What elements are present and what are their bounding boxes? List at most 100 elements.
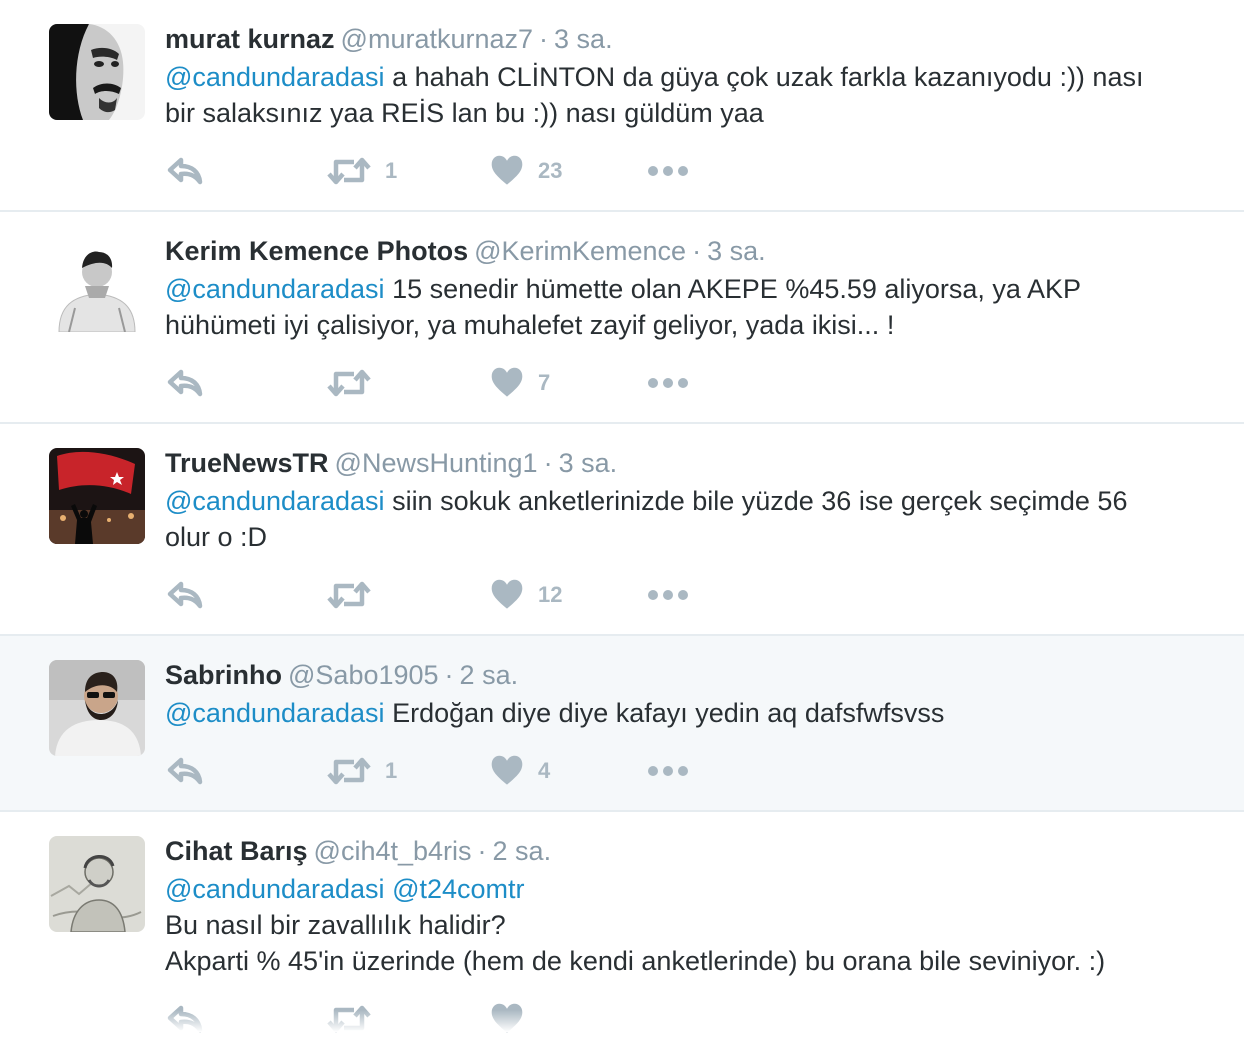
reply-icon <box>165 151 205 191</box>
like-button[interactable]: 4 <box>490 751 550 791</box>
tweet[interactable]: murat kurnaz @muratkurnaz7 · 3 sa. @candund… <box>0 0 1244 212</box>
user-handle[interactable]: @Sabo1905 <box>288 660 439 690</box>
retweet-count: 1 <box>385 158 398 183</box>
reply-button[interactable] <box>165 751 205 791</box>
more-icon <box>647 163 689 179</box>
tweet[interactable]: TrueNewsTR @NewsHunting1 · 3 sa. @candundar… <box>0 424 1244 636</box>
avatar[interactable] <box>49 24 145 120</box>
tweet-line: @candundaradasi @t24comtr <box>165 871 1205 907</box>
more-button[interactable] <box>647 363 689 403</box>
tweet-header: TrueNewsTR @NewsHunting1 · 3 sa. <box>165 447 617 479</box>
like-count: 4 <box>538 758 551 783</box>
tweet-text: @candundaradasi 15 senedir hümette olan … <box>165 271 1205 343</box>
more-button[interactable] <box>647 151 689 191</box>
tweet-actions: 7 <box>165 363 725 403</box>
tweet-text: @candundaradasi siin sokuk anketlerinizd… <box>165 483 1205 555</box>
separator: · <box>539 24 549 54</box>
tweet-text: @candundaradasi a hahah CLİNTON da güya … <box>165 59 1205 131</box>
mention-link[interactable]: @candundaradasi <box>165 62 385 92</box>
retweet-count: 1 <box>385 758 398 783</box>
reply-button[interactable] <box>165 363 205 403</box>
like-button[interactable]: 7 <box>490 363 550 403</box>
tweet[interactable]: Sabrinho @Sabo1905 · 2 sa. @candundaradasi … <box>0 636 1244 812</box>
user-handle[interactable]: @NewsHunting1 <box>335 448 538 478</box>
tweet-header: Kerim Kemence Photos @KerimKemence · 3 sa. <box>165 235 766 267</box>
separator: · <box>477 836 487 866</box>
more-button[interactable] <box>647 575 689 615</box>
tweet-text: @candundaradasi @t24comtr Bu nasıl bir z… <box>165 871 1205 979</box>
tweet[interactable]: Kerim Kemence Photos @KerimKemence · 3 sa. … <box>0 212 1244 424</box>
like-count: 23 <box>538 158 563 183</box>
tweet-line: Akparti % 45'in üzerinde (hem de kendi a… <box>165 946 1106 976</box>
user-handle[interactable]: @muratkurnaz7 <box>341 24 533 54</box>
tweet-line: Bu nasıl bir zavallılık halidir? <box>165 910 506 940</box>
avatar[interactable] <box>49 660 145 756</box>
display-name[interactable]: Cihat Barış <box>165 836 308 866</box>
tweet-line: @candundaradasi siin sokuk anketlerinizd… <box>165 483 1205 519</box>
like-count: 12 <box>538 582 563 607</box>
tweet-line: bir salaksınız yaa REİS lan bu :)) nası … <box>165 98 764 128</box>
heart-icon <box>490 154 524 188</box>
tweet-line: hühümeti iyi çalisiyor, ya muhalefet zay… <box>165 310 895 340</box>
tweet-actions: 1 23 <box>165 151 725 191</box>
avatar[interactable] <box>49 836 145 932</box>
retweet-icon <box>327 363 371 403</box>
tweet-line-text: Erdoğan diye diye kafayı yedin aq dafsfw… <box>384 698 945 728</box>
display-name[interactable]: murat kurnaz <box>165 24 335 54</box>
retweet-button[interactable] <box>327 575 385 615</box>
more-icon <box>647 375 689 391</box>
tweet-line-text: siin sokuk anketlerinizde bile yüzde 36 … <box>384 486 1128 516</box>
tweet-line: @candundaradasi Erdoğan diye diye kafayı… <box>165 695 1205 731</box>
mention-link[interactable]: @candundaradasi <box>165 274 385 304</box>
more-icon <box>647 587 689 603</box>
tweet-line-text: 15 senedir hümette olan AKEPE %45.59 ali… <box>384 274 1081 304</box>
separator: · <box>543 448 553 478</box>
display-name[interactable]: Sabrinho <box>165 660 282 690</box>
timestamp[interactable]: 3 sa. <box>559 448 618 478</box>
avatar[interactable] <box>49 236 145 332</box>
user-handle[interactable]: @cih4t_b4ris <box>314 836 472 866</box>
timestamp[interactable]: 2 sa. <box>460 660 519 690</box>
heart-icon <box>490 366 524 400</box>
tweet-line: @candundaradasi 15 senedir hümette olan … <box>165 271 1205 307</box>
heart-icon <box>490 578 524 612</box>
retweet-icon <box>327 151 371 191</box>
retweet-button[interactable]: 1 <box>327 751 397 791</box>
more-button[interactable] <box>647 751 689 791</box>
tweet-header: Cihat Barış @cih4t_b4ris · 2 sa. <box>165 835 551 867</box>
tweet-header: murat kurnaz @muratkurnaz7 · 3 sa. <box>165 23 613 55</box>
retweet-icon <box>327 575 371 615</box>
mention-link[interactable]: @candundaradasi <box>165 874 385 904</box>
reply-button[interactable] <box>165 575 205 615</box>
tweet-header: Sabrinho @Sabo1905 · 2 sa. <box>165 659 518 691</box>
like-button[interactable]: 12 <box>490 575 562 615</box>
display-name[interactable]: TrueNewsTR <box>165 448 329 478</box>
tweet[interactable]: Cihat Barış @cih4t_b4ris · 2 sa. @candundar… <box>0 812 1244 1032</box>
like-button[interactable]: 23 <box>490 151 562 191</box>
reply-icon <box>165 751 205 791</box>
avatar[interactable] <box>49 448 145 544</box>
separator: · <box>444 660 454 690</box>
retweet-button[interactable]: 1 <box>327 151 397 191</box>
timestamp[interactable]: 2 sa. <box>493 836 552 866</box>
display-name[interactable]: Kerim Kemence Photos <box>165 236 468 266</box>
separator: · <box>692 236 702 266</box>
retweet-button[interactable] <box>327 363 385 403</box>
timestamp[interactable]: 3 sa. <box>707 236 766 266</box>
timestamp[interactable]: 3 sa. <box>554 24 613 54</box>
user-handle[interactable]: @KerimKemence <box>474 236 686 266</box>
reply-icon <box>165 363 205 403</box>
mention-link[interactable]: @candundaradasi <box>165 486 385 516</box>
mention-link[interactable]: @candundaradasi <box>165 698 385 728</box>
tweet-line: olur o :D <box>165 522 268 552</box>
tweet-actions: 1 4 <box>165 751 725 791</box>
retweet-icon <box>327 751 371 791</box>
mention-link[interactable]: @t24comtr <box>392 874 524 904</box>
bottom-fade <box>0 1010 1244 1032</box>
tweet-actions: 12 <box>165 575 725 615</box>
reply-button[interactable] <box>165 151 205 191</box>
reply-icon <box>165 575 205 615</box>
tweet-text: @candundaradasi Erdoğan diye diye kafayı… <box>165 695 1205 731</box>
like-count: 7 <box>538 370 551 395</box>
tweet-line-text: a hahah CLİNTON da güya çok uzak farkla … <box>384 62 1144 92</box>
